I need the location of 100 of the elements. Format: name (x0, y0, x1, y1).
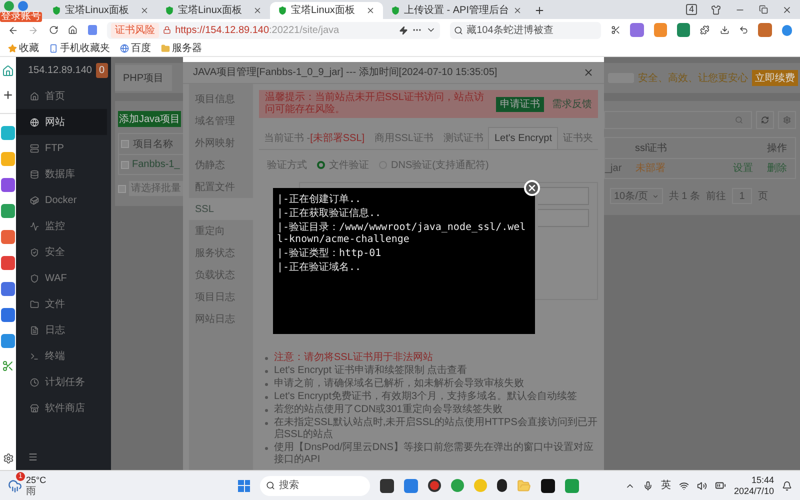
server-icon (30, 144, 39, 152)
column-header: 项目名称 (133, 138, 173, 152)
nav-item[interactable]: 日志 (16, 317, 107, 343)
shield-check-icon (30, 248, 39, 256)
start-icon[interactable] (238, 480, 250, 492)
nav-item[interactable]: Docker (16, 187, 107, 213)
back-icon[interactable] (8, 24, 18, 36)
nav-item[interactable]: 网站 (16, 109, 107, 135)
refresh-button[interactable] (756, 111, 774, 129)
radio-button[interactable] (317, 161, 325, 169)
record-icon[interactable] (428, 479, 441, 492)
undo-icon[interactable] (738, 25, 748, 35)
wifi-icon[interactable] (678, 480, 689, 490)
browser-tab[interactable]: 宝塔Linux面板 (44, 2, 157, 19)
settings-icon[interactable] (2, 453, 14, 464)
project-name[interactable]: Fanbbs-1_ (132, 157, 180, 172)
scissors-icon[interactable] (611, 25, 620, 35)
nav-item[interactable]: 数据库 (16, 161, 107, 187)
nav-item[interactable]: 计划任务 (16, 369, 107, 395)
notification-icon[interactable] (782, 480, 792, 490)
settings-button[interactable] (778, 111, 796, 129)
nav-item[interactable]: WAF (16, 265, 107, 291)
battery-icon[interactable] (714, 480, 726, 491)
tab-count[interactable]: 4 (686, 4, 697, 15)
project-tab[interactable]: PHP项目 (115, 65, 172, 91)
domain-field[interactable] (538, 187, 589, 205)
search-field[interactable] (604, 111, 752, 129)
renew-button[interactable]: 立即续费 (752, 70, 798, 86)
restore-icon[interactable] (759, 5, 768, 14)
address-bar[interactable]: 证书风险 https://154.12.89.140:20221/site/java (107, 22, 440, 38)
certificate-tab[interactable]: Let's Encrypt (488, 127, 558, 149)
server-host: 154.12.89.140 (28, 64, 92, 78)
shield-icon (165, 6, 174, 15)
taskbar-search[interactable]: 搜索 (260, 476, 370, 496)
shirt-icon[interactable] (711, 4, 721, 14)
notification-badge[interactable]: 0 (96, 62, 108, 78)
folder-icon (30, 300, 39, 308)
extension-icon[interactable] (630, 23, 644, 37)
app-icon[interactable] (380, 478, 394, 492)
checkbox[interactable] (118, 184, 126, 192)
bookmark[interactable]: 收藏 (8, 41, 39, 56)
star-icon (8, 44, 17, 53)
add-icon[interactable] (2, 89, 14, 101)
reload-icon[interactable] (48, 25, 58, 35)
new-tab-icon[interactable] (534, 5, 546, 16)
checkbox[interactable] (121, 160, 129, 168)
browser-tab[interactable]: 上传设置 - API管理后台 (383, 2, 530, 19)
search-field[interactable]: 藏104条蛇进博被查 (450, 22, 602, 38)
nav-item[interactable]: 终端 (16, 343, 107, 369)
download-icon[interactable] (720, 25, 729, 35)
terminal-line: |-正在创建订单.. (277, 194, 362, 206)
extension-icon[interactable] (676, 23, 690, 37)
browser-tab[interactable]: 宝塔Linux面板 (270, 2, 383, 19)
feedback-link[interactable]: 需求反馈 (552, 96, 592, 112)
add-project-button[interactable]: 添加Java项目 (118, 111, 182, 127)
note-text: 在未指定SSL默认站点时,未开启SSL的站点使用HTTPS会直接访问到已开启SSL的站点 (274, 417, 598, 441)
browser-tab[interactable]: 宝塔Linux面板 (157, 2, 270, 19)
search-icon (266, 481, 275, 490)
note-text: Let's Encrypt免费证书，有效期3个月，支持多域名。默认会自动续签 (274, 391, 578, 403)
volume-icon[interactable] (696, 480, 707, 490)
bullet-icon (265, 396, 268, 399)
close-icon[interactable] (782, 4, 792, 14)
app-icon[interactable] (541, 478, 555, 492)
home-icon[interactable] (68, 25, 78, 35)
lightning-icon[interactable] (398, 26, 408, 34)
dialog-title: JAVA项目管理[Fanbbs-1_0_9_jar] --- 添加时间[2024-07-10 15:35:05] (193, 66, 498, 80)
shield-icon (278, 6, 287, 15)
refresh-icon (760, 116, 769, 124)
extension-icon[interactable] (654, 23, 667, 37)
certificate-warning[interactable]: 证书风险 (111, 22, 160, 38)
checkbox[interactable] (121, 140, 129, 148)
nav-item[interactable]: 安全 (16, 239, 107, 265)
terminal-icon (30, 352, 39, 360)
nav-item[interactable]: 文件 (16, 291, 107, 317)
alert-text: 温馨提示：当前站点未开启SSL证书访问，站点访问可能存在风险。 (265, 92, 485, 116)
terminal-line: |-验证类型：http-01 (277, 248, 382, 260)
bullet-icon (265, 422, 268, 425)
puzzle-icon[interactable] (700, 25, 710, 35)
temperature: 25°C (26, 474, 46, 486)
bookmark[interactable]: 服务器 (161, 41, 202, 56)
search-text: 藏104条蛇进博被查 (466, 24, 554, 38)
url-text: https://154.12.89.140:20221/site/java (175, 24, 340, 38)
input-method[interactable]: 英 (660, 478, 671, 493)
settings-icon (782, 116, 791, 124)
phone-icon (49, 44, 58, 53)
collapse-icon[interactable] (28, 452, 38, 462)
nav-item[interactable]: 监控 (16, 213, 107, 239)
apply-certificate-button[interactable]: 申请证书 (496, 96, 544, 112)
nav-item[interactable]: 首页 (16, 83, 107, 109)
microphone-icon[interactable] (642, 480, 653, 490)
rain-cloud-icon[interactable] (8, 478, 22, 492)
nav-item[interactable]: FTP (16, 135, 107, 161)
login-badge[interactable]: 登录账号 (0, 12, 42, 22)
nav-item[interactable]: 软件商店 (16, 395, 107, 421)
clock[interactable]: 15:44 2024/7/10 (734, 474, 774, 496)
bookmark[interactable]: 手机收藏夹 (49, 41, 110, 56)
column-header: 操作 (766, 142, 787, 156)
bookmark[interactable]: 百度 (120, 41, 151, 56)
close-icon[interactable] (366, 6, 375, 15)
dialog-menu-item[interactable]: SSL (189, 198, 253, 220)
